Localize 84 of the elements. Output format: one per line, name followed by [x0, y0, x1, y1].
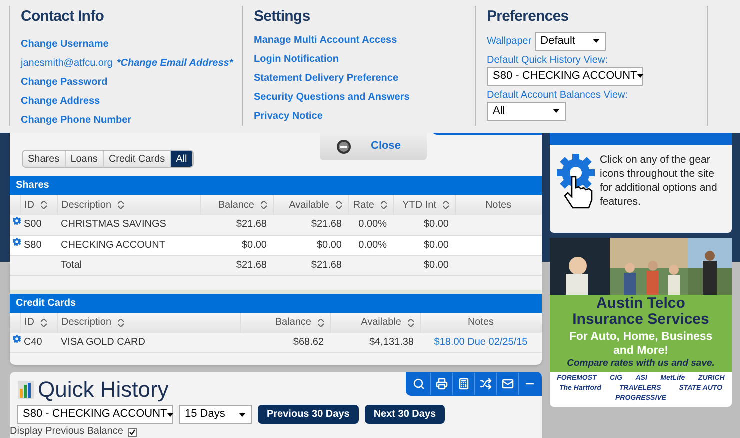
- period-select[interactable]: 15 Days: [179, 405, 252, 424]
- table-cell: 0.00%: [358, 240, 387, 250]
- sort-icon: [40, 318, 46, 326]
- filter-tab[interactable]: Shares: [23, 151, 66, 167]
- caret-icon: [592, 39, 600, 43]
- table-cell: Total: [61, 260, 82, 270]
- checkbox[interactable]: [128, 428, 138, 436]
- change-email-link[interactable]: *Change Email Address*: [116, 58, 234, 70]
- caret-icon: [637, 74, 644, 78]
- table-cell: $4,131.38: [370, 336, 414, 348]
- table-cell: $0.00: [424, 219, 449, 230]
- shuffle-icon: [480, 378, 492, 390]
- table-cell: $21.68: [236, 219, 267, 230]
- menu-link[interactable]: Change Phone Number: [21, 114, 132, 126]
- card-title: Quick History: [38, 376, 169, 402]
- table-cell: S80: [24, 240, 42, 250]
- checkbox-label: Display Previous Balance: [10, 426, 124, 438]
- table-cell: VISA GOLD CARD: [61, 336, 146, 348]
- caret-icon: [239, 412, 246, 416]
- table-cell: $21.68: [311, 260, 342, 270]
- sort-icon: [260, 201, 266, 209]
- menu-link[interactable]: Security Questions and Answers: [254, 92, 410, 104]
- gear-icon[interactable]: [13, 217, 21, 225]
- sort-icon: [408, 318, 414, 326]
- menu-link[interactable]: Privacy Notice: [254, 110, 323, 122]
- table-cell: $21.68: [311, 219, 342, 230]
- select-field[interactable]: All: [487, 102, 566, 120]
- menu-link[interactable]: Login Notification: [254, 54, 339, 66]
- table-cell: $0.00: [316, 240, 342, 250]
- table-cell: $0.00: [424, 260, 449, 270]
- menu-link[interactable]: Change Password: [21, 76, 108, 88]
- account-select[interactable]: S80 - CHECKING ACCOUNT: [17, 405, 173, 424]
- field-label: Default Account Balances View:: [487, 90, 630, 102]
- menu-link[interactable]: Change Address: [21, 96, 100, 108]
- notes-link[interactable]: $18.00 Due 02/25/15: [434, 336, 528, 348]
- sort-icon: [336, 201, 342, 209]
- filter-tab[interactable]: Loans: [66, 151, 104, 167]
- gear-icon[interactable]: [13, 334, 21, 342]
- sort-icon: [442, 201, 448, 209]
- table-cell: $68.62: [293, 336, 324, 348]
- printer-icon: [436, 378, 448, 390]
- gears-description: Click on any of the gear icons throughout the site for additional options and features.: [600, 153, 718, 210]
- table-cell: $0.00: [242, 240, 267, 250]
- field-label: Default Quick History View:: [487, 54, 609, 66]
- table-cell: 0.00%: [358, 219, 387, 230]
- select-field[interactable]: S80 - CHECKING ACCOUNT: [487, 66, 643, 86]
- mail-icon: [502, 378, 514, 390]
- table-cell: C40: [24, 336, 42, 348]
- table-cell: $21.68: [236, 260, 267, 270]
- filter-tab[interactable]: Credit Cards: [104, 151, 172, 167]
- sort-icon: [118, 201, 124, 209]
- period-nav-button[interactable]: Previous 30 Days: [258, 405, 359, 424]
- section-heading: Preferences: [487, 7, 570, 27]
- ad-offer: For Auto, Home, Business and More!: [568, 330, 714, 358]
- menu-link[interactable]: Manage Multi Account Access: [254, 34, 398, 46]
- select-field[interactable]: Default: [534, 32, 606, 50]
- email-address: janesmith@atfcu.org: [21, 58, 113, 70]
- minus-circle-icon: [337, 140, 351, 154]
- caret-icon: [167, 412, 174, 416]
- section-header-bar: Credit Cards: [10, 294, 542, 312]
- search-icon: [413, 378, 425, 390]
- bar-chart-icon: [18, 380, 34, 398]
- section-header-bar: Shares: [10, 176, 542, 195]
- caret-icon: [553, 109, 560, 113]
- close-button[interactable]: Close: [320, 133, 427, 160]
- sort-icon: [318, 318, 324, 326]
- sort-icon: [380, 201, 386, 209]
- section-heading: Contact Info: [21, 7, 105, 27]
- ad-headline: Austin Telco Insurance Services: [572, 296, 710, 328]
- table-cell: CHECKING ACCOUNT: [61, 240, 166, 250]
- menu-link[interactable]: Change Username: [21, 38, 109, 50]
- table-cell: CHRISTMAS SAVINGS: [61, 219, 166, 230]
- ad-slogan: Compare rates with us and save.: [567, 358, 715, 370]
- section-heading: Settings: [254, 7, 312, 27]
- sort-icon: [118, 318, 124, 326]
- calculator-icon: [458, 378, 470, 390]
- filter-tab[interactable]: All: [171, 151, 194, 167]
- wallpaper-label: Wallpaper: [487, 34, 532, 48]
- table-cell: S00: [24, 219, 42, 230]
- table-cell: $0.00: [424, 240, 449, 250]
- sort-icon: [40, 201, 46, 209]
- gear-icon[interactable]: [13, 238, 21, 246]
- period-nav-button[interactable]: Next 30 Days: [364, 405, 446, 424]
- menu-link[interactable]: Statement Delivery Preference: [254, 72, 399, 84]
